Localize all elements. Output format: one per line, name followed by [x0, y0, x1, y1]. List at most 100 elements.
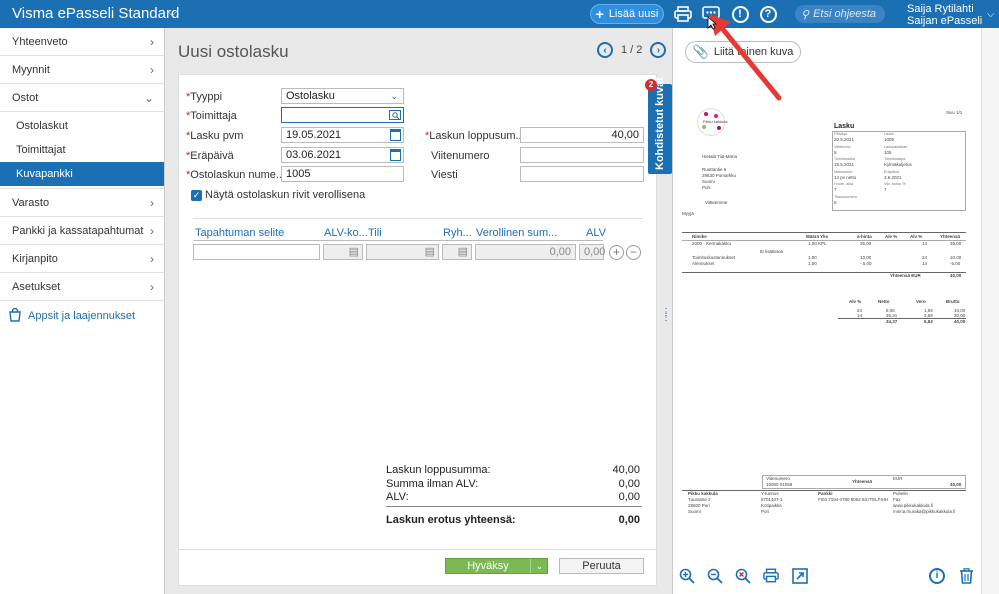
calendar-icon[interactable]: [390, 129, 401, 141]
invoice-field-value: 14 pv netto: [834, 174, 857, 180]
remove-row-icon[interactable]: −: [626, 245, 641, 260]
expand-icon[interactable]: [791, 568, 809, 586]
add-new-button[interactable]: + Lisää uusi: [590, 4, 664, 24]
invoice-total-input[interactable]: 40,00: [520, 127, 644, 143]
sidebar-item-kirjanpito[interactable]: Kirjanpito ›: [0, 245, 164, 273]
invoice-line-cell: 14: [922, 241, 928, 246]
invoice-date-label: *Lasku pvm: [186, 130, 244, 142]
row-vat-code-select[interactable]: ▤: [323, 244, 363, 260]
info-icon[interactable]: i: [929, 568, 947, 586]
assigned-images-tab[interactable]: Kohdistetut kuvat: [648, 77, 672, 174]
invoice-line-cell: 1,00: [808, 255, 817, 260]
add-row-icon[interactable]: +: [609, 245, 624, 260]
row-group-select[interactable]: ▤: [442, 244, 472, 260]
invoice-vat-total: 40,00: [954, 319, 966, 324]
column-header-gross-amount[interactable]: Verollinen sum...: [476, 227, 557, 239]
user-name: Saija Rytilahti: [907, 3, 974, 15]
user-menu[interactable]: Saija Rytilahti Saijan ePasseli ⌵: [907, 3, 995, 27]
approve-label: Hyväksy: [467, 560, 509, 572]
assigned-images-label: Kohdistetut kuvat: [654, 77, 666, 170]
cancel-button[interactable]: Peruuta: [559, 558, 644, 574]
sidebar-item-pankki[interactable]: Pankki ja kassatapahtumat ›: [0, 217, 164, 245]
column-header-group[interactable]: Ryh...: [443, 227, 472, 239]
summary-vat-label: ALV:: [386, 491, 409, 503]
summary-net-label: Summa ilman ALV:: [386, 478, 479, 490]
chevron-down-icon: ⌄: [143, 91, 154, 105]
company-logo: Pikku kakkula: [697, 108, 727, 136]
sidebar-item-apps[interactable]: Appsit ja laajennukset: [0, 301, 164, 331]
calendar-icon[interactable]: [390, 149, 401, 161]
sidebar-item-asetukset[interactable]: Asetukset ›: [0, 273, 164, 301]
resize-handle-icon[interactable]: ⋮ ⋮: [661, 308, 672, 323]
column-header-vat-code[interactable]: ALV-ko...: [324, 227, 368, 239]
trash-icon[interactable]: [957, 568, 975, 586]
scrollbar[interactable]: [981, 28, 999, 594]
invoice-date-input[interactable]: 19.05.2021: [281, 127, 404, 143]
sidebar-subitem-ostolaskut[interactable]: Ostolaskut: [0, 114, 164, 138]
invoice-number-label: *Ostolaskun nume...: [186, 169, 286, 181]
supplier-label: *Toimittaja: [186, 110, 237, 122]
invoice-number-input[interactable]: 1005: [281, 166, 404, 182]
zoom-out-icon[interactable]: [706, 568, 724, 586]
invoice-line-cell: 10,00: [860, 255, 872, 260]
invoice-footer-businessid: 8701407-1: [761, 497, 783, 502]
help-search-input[interactable]: ⚲ Etsi ohjeesta: [795, 5, 885, 23]
show-rows-checkbox[interactable]: ✓: [191, 190, 202, 201]
table-header-divider: [193, 240, 603, 241]
sidebar-item-myynnit[interactable]: Myynnit ›: [0, 56, 164, 84]
sidebar-subitem-kuvapankki[interactable]: Kuvapankki: [0, 162, 164, 186]
reference-input[interactable]: [520, 147, 644, 163]
column-header-description[interactable]: Tapahtuman selite: [195, 227, 284, 239]
invoice-footer-ref-label: Viitenumero: [766, 476, 790, 481]
invoice-customer-street: Ruuttantie 6: [702, 167, 727, 172]
row-description-input[interactable]: [193, 244, 320, 260]
print-icon[interactable]: [673, 4, 693, 24]
invoice-line-cell: 1,00: [808, 261, 817, 266]
sidebar-subitem-toimittajat[interactable]: Toimittajat: [0, 138, 164, 162]
invoice-vat-rule: [838, 318, 966, 319]
zoom-reset-icon[interactable]: [734, 568, 752, 586]
invoice-vat-total: 5,63: [924, 319, 933, 324]
sidebar-item-ostot[interactable]: Ostot ⌄: [0, 84, 164, 112]
invoice-line-cell: Toimituskustannukset: [692, 255, 736, 260]
invoice-footer-fax-label: Fax: [893, 497, 901, 502]
invoice-vat-header: Netto: [878, 299, 890, 304]
app-switch-chevron-icon[interactable]: ⌵: [168, 7, 176, 20]
print-document-icon[interactable]: [762, 568, 780, 586]
column-header-vat[interactable]: ALV: [586, 227, 606, 239]
invoice-col-total: Yhteensä: [940, 234, 961, 239]
invoice-field-value: 105: [884, 149, 892, 155]
column-header-account[interactable]: Tili: [368, 227, 382, 239]
message-label: Viesti: [431, 169, 458, 181]
row-account-select[interactable]: ▤: [366, 244, 439, 260]
annotation-arrow-icon: [709, 14, 782, 101]
row-vat-input[interactable]: 0,00: [579, 244, 605, 260]
invoice-customer-city: 29630 Pomarkku: [702, 173, 737, 178]
approve-button[interactable]: Hyväksy ⌄: [445, 558, 548, 574]
supplier-lookup-icon[interactable]: [389, 109, 401, 125]
invoice-lines-note: Ei lisätietoa: [760, 249, 784, 254]
lookup-icon: ▤: [348, 246, 359, 258]
chevron-right-icon: ›: [150, 224, 154, 238]
sidebar-item-yhteenveto[interactable]: Yhteenveto ›: [0, 28, 164, 56]
row-gross-amount-input[interactable]: 0,00: [475, 244, 576, 260]
previous-page-icon[interactable]: ‹: [597, 42, 613, 58]
approve-options-chevron-icon[interactable]: ⌄: [530, 559, 548, 573]
invoice-footer-currency: EUR: [893, 476, 903, 481]
invoice-field-value: 5: [834, 199, 837, 205]
invoice-field-label: Tilausnumero: [834, 194, 857, 199]
invoice-field-value: 3.6.2021: [884, 174, 902, 180]
zoom-in-icon[interactable]: [678, 568, 696, 586]
type-select[interactable]: Ostolasku ⌄: [281, 88, 404, 104]
supplier-input[interactable]: [281, 107, 404, 123]
sidebar-item-varasto[interactable]: Varasto ›: [0, 189, 164, 217]
invoice-footer-businessid-label: Y-tunnus: [761, 491, 779, 496]
invoice-footer-domicile-label: Kotipaikka: [761, 503, 782, 508]
due-date-input[interactable]: 03.06.2021: [281, 147, 404, 163]
app-title[interactable]: Visma ePasseli Standard: [12, 5, 179, 22]
invoice-col-discount: Ale %: [885, 234, 898, 239]
message-input[interactable]: [520, 166, 644, 182]
summary-difference-value: 0,00: [618, 514, 640, 526]
next-page-icon[interactable]: ›: [650, 42, 667, 58]
invoice-seller-label: Myyjä: [682, 211, 694, 216]
